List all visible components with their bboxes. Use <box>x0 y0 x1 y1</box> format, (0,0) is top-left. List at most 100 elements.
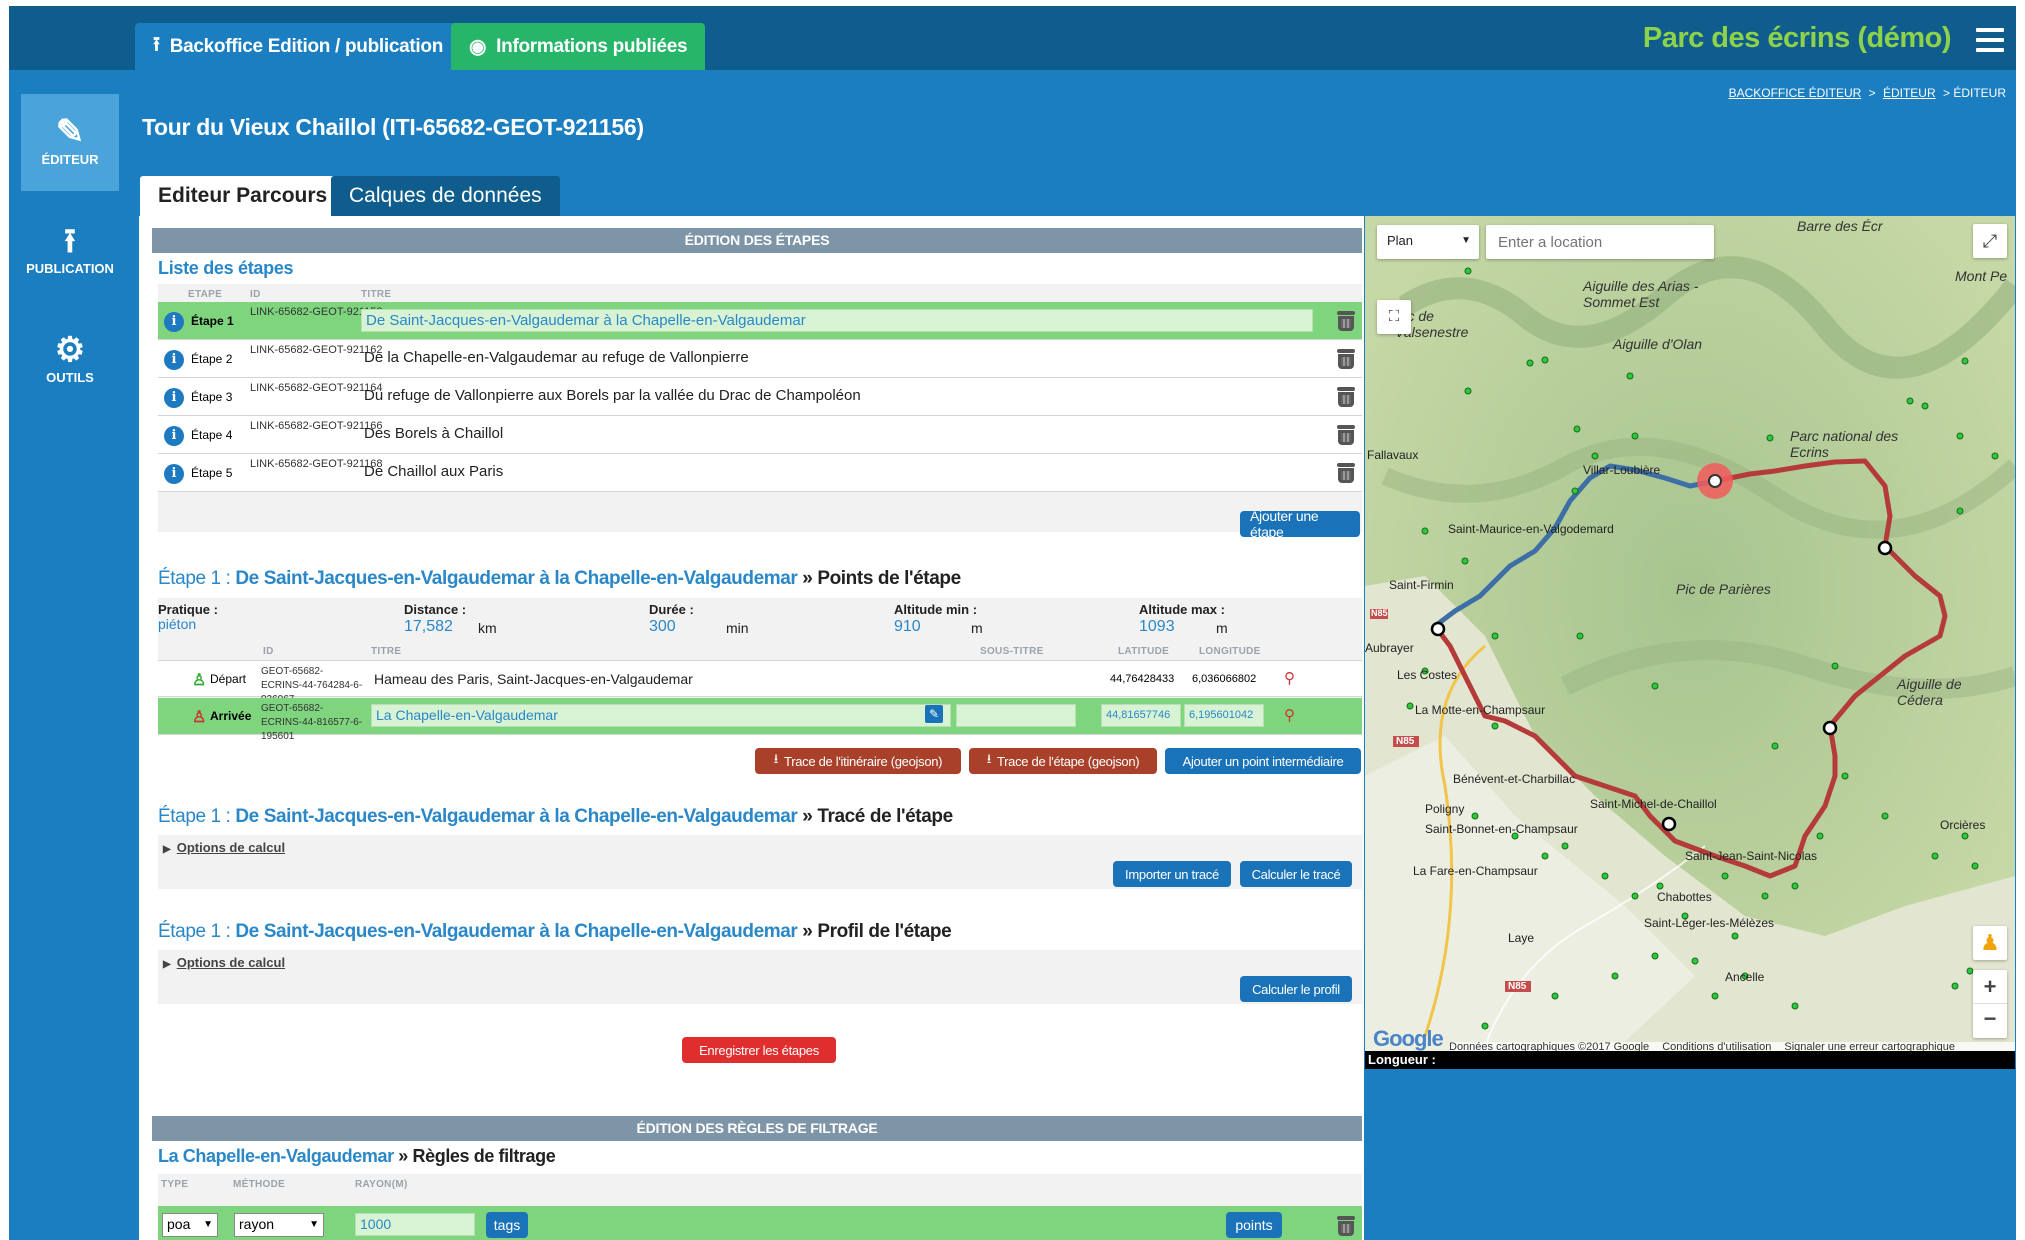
menu-icon[interactable] <box>1976 28 2004 58</box>
map-panel[interactable]: Barre des Écr Mont Pe Aiguille des Arias… <box>1365 216 2015 1086</box>
calculate-profile-button[interactable]: Calculer le profil <box>1240 976 1352 1002</box>
filter-type-select[interactable]: poa ▼ <box>162 1213 218 1237</box>
trace-heading: Étape 1 : De Saint-Jacques-en-Valgaudema… <box>158 806 953 827</box>
road-badge: N85 <box>1508 981 1527 992</box>
profile-options-toggle[interactable]: ▶ Options de calcul <box>163 955 285 970</box>
calculate-trace-button[interactable]: Calculer le tracé <box>1240 861 1352 887</box>
sidebar-item-publication[interactable]: ⭱ PUBLICATION <box>21 203 119 300</box>
editor-content: ÉDITION DES ÉTAPES Liste des étapes ETAP… <box>139 216 1364 1240</box>
brand-title: Parc des écrins (démo) <box>1642 22 1952 54</box>
map-pin-icon[interactable]: ⚲ <box>1284 706 1295 724</box>
download-step-trace-button[interactable]: ⭳ Trace de l'étape (geojson) <box>969 748 1157 774</box>
step-row[interactable]: i Étape 4 LINK-65682-GEOT-921166 Des Bor… <box>158 416 1362 454</box>
point-row-depart[interactable]: ♙ Départ GEOT-65682-ECRINS-44-764284-6-0… <box>158 660 1362 705</box>
altmax-value[interactable]: 1093 <box>1139 618 1175 636</box>
edit-icon[interactable]: ✎ <box>925 705 943 723</box>
duree-value[interactable]: 300 <box>649 618 676 636</box>
download-icon: ⭳ <box>773 751 779 766</box>
road-badge: N85 <box>1371 608 1388 618</box>
distance-value[interactable]: 17,582 <box>404 618 453 636</box>
info-icon[interactable]: i <box>164 312 184 332</box>
place-link[interactable]: La Chapelle-en-Valgaudemar <box>158 1146 394 1166</box>
add-step-button[interactable]: Ajouter une étape <box>1240 508 1360 540</box>
trash-icon[interactable] <box>1337 349 1355 369</box>
upload-icon: ⭱ <box>153 33 160 56</box>
info-icon[interactable]: i <box>164 426 184 446</box>
fullscreen-icon[interactable]: ⤢ <box>1973 224 2007 258</box>
section-header-filtrage: ÉDITION DES RÈGLES DE FILTRAGE <box>152 1116 1362 1141</box>
step-row[interactable]: i Étape 2 LINK-65682-GEOT-921162 De la C… <box>158 340 1362 378</box>
latitude-input[interactable]: 44,81657746 <box>1101 704 1181 727</box>
zoom-controls: + − <box>1973 970 2007 1038</box>
tab-published-info[interactable]: ◉ Informations publiées <box>451 23 706 70</box>
trash-icon[interactable] <box>1337 387 1355 407</box>
sidebar-item-editeur[interactable]: ✎ ÉDITEUR <box>21 94 119 191</box>
altmin-value[interactable]: 910 <box>894 618 921 636</box>
longitude-input[interactable]: 6,195601042 <box>1184 704 1264 727</box>
info-icon[interactable]: i <box>164 464 184 484</box>
pencil-icon: ✎ <box>55 113 85 151</box>
step-title-input[interactable]: De Saint-Jacques-en-Valgaudemar à la Cha… <box>361 309 1313 332</box>
radius-input[interactable]: 1000 <box>355 1213 475 1236</box>
walker-icon: ♙ <box>192 672 207 689</box>
top-bar: ⭱ Backoffice Edition / publication ◉ Infor… <box>9 6 2016 70</box>
steps-list-title: Liste des étapes <box>158 258 294 278</box>
pratique-value: piéton <box>158 616 197 632</box>
col-id: ID <box>250 289 261 300</box>
tab-editeur-parcours[interactable]: Editeur Parcours <box>140 176 346 216</box>
save-steps-button[interactable]: Enregistrer les étapes <box>682 1037 836 1063</box>
col-etape: ETAPE <box>188 289 223 300</box>
add-intermediate-point-button[interactable]: Ajouter un point intermédiaire <box>1165 748 1361 774</box>
pegman-icon[interactable]: ♟ <box>1973 926 2007 960</box>
trash-icon[interactable] <box>1337 1216 1355 1236</box>
step-link[interactable]: De Saint-Jacques-en-Valgaudemar à la Cha… <box>235 568 797 589</box>
breadcrumb-current: ÉDITEUR <box>1953 86 2006 100</box>
caret-down-icon: ▼ <box>309 1219 319 1230</box>
breadcrumb-link-editeur[interactable]: ÉDITEUR <box>1883 86 1936 100</box>
import-trace-button[interactable]: Importer un tracé <box>1113 861 1231 887</box>
trash-icon[interactable] <box>1337 425 1355 445</box>
breadcrumb-link-backoffice[interactable]: BACKOFFICE ÉDITEUR <box>1729 86 1862 100</box>
info-icon[interactable]: i <box>164 388 184 408</box>
caret-down-icon: ▼ <box>1461 235 1471 246</box>
google-logo: Google <box>1373 1026 1444 1051</box>
point-row-arrivee[interactable]: ♙ Arrivée GEOT-65682-ECRINS-44-816577-6-… <box>158 698 1362 742</box>
col-titre: TITRE <box>361 289 392 300</box>
points-button[interactable]: points <box>1226 1212 1282 1238</box>
map-pin-icon[interactable]: ⚲ <box>1284 669 1295 687</box>
caret-down-icon: ▼ <box>203 1219 213 1230</box>
step-link[interactable]: De Saint-Jacques-en-Valgaudemar à la Cha… <box>235 921 797 942</box>
tab-calques-donnees[interactable]: Calques de données <box>331 176 560 216</box>
info-icon[interactable]: i <box>164 350 184 370</box>
app-frame: ⭱ Backoffice Edition / publication ◉ Infor… <box>9 6 2016 1240</box>
tab-backoffice[interactable]: ⭱ Backoffice Edition / publication <box>135 23 462 70</box>
eye-icon: ◉ <box>469 36 487 58</box>
step-row[interactable]: i Étape 1 LINK-65682-GEOT-921158 De Sain… <box>158 302 1362 340</box>
gear-icon: ⚙ <box>54 331 86 369</box>
streetview-toggle-icon[interactable]: ⛶ <box>1377 300 1411 334</box>
trash-icon[interactable] <box>1337 311 1355 331</box>
sidebar-item-outils[interactable]: ⚙ OUTILS <box>21 312 119 409</box>
tags-button[interactable]: tags <box>486 1212 528 1238</box>
filter-row: poa ▼ rayon ▼ 1000 tags points <box>158 1206 1362 1240</box>
trash-icon[interactable] <box>1337 463 1355 483</box>
download-itinerary-trace-button[interactable]: ⭳ Trace de l'itinéraire (geojson) <box>755 748 961 774</box>
profile-heading: Étape 1 : De Saint-Jacques-en-Valgaudema… <box>158 921 952 942</box>
sidebar: ✎ ÉDITEUR ⭱ PUBLICATION ⚙ OUTILS <box>9 70 139 1240</box>
map-location-search[interactable] <box>1486 225 1714 259</box>
zoom-out-icon[interactable]: − <box>1973 1004 2007 1038</box>
point-title-input[interactable]: La Chapelle-en-Valgaudemar <box>371 704 951 727</box>
step-row[interactable]: i Étape 5 LINK-65682-GEOT-921168 De Chai… <box>158 454 1362 492</box>
point-subtitle-input[interactable] <box>956 704 1076 727</box>
filter-method-select[interactable]: rayon ▼ <box>234 1213 324 1237</box>
map-type-select[interactable]: Plan ▼ <box>1377 225 1479 259</box>
points-heading: Étape 1 : De Saint-Jacques-en-Valgaudema… <box>158 568 961 589</box>
trace-options-toggle[interactable]: ▶ Options de calcul <box>163 840 285 855</box>
step-row[interactable]: i Étape 3 LINK-65682-GEOT-921164 Du refu… <box>158 378 1362 416</box>
walker-icon: ♙ <box>192 709 207 726</box>
triangle-right-icon: ▶ <box>163 959 171 970</box>
step-link[interactable]: De Saint-Jacques-en-Valgaudemar à la Cha… <box>235 806 797 827</box>
zoom-in-icon[interactable]: + <box>1973 970 2007 1004</box>
page-title: Tour du Vieux Chaillol (ITI-65682-GEOT-9… <box>142 114 644 140</box>
download-icon: ⭳ <box>986 751 992 766</box>
